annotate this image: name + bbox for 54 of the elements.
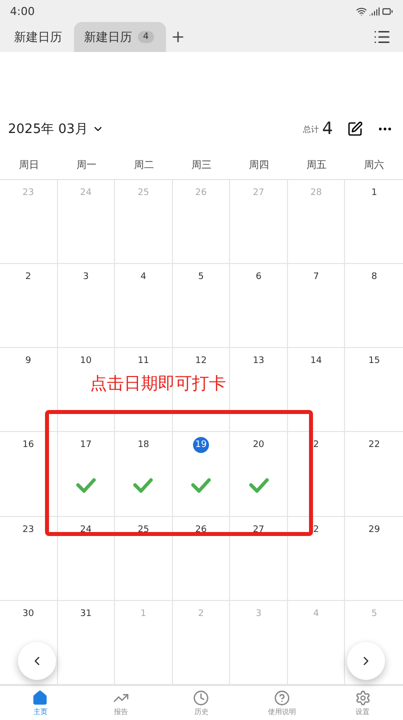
weekday-label: 周二 [132,159,155,172]
battery-icon [382,6,393,16]
settings-icon [354,690,371,706]
weekday-label: 周三 [190,159,212,172]
count-badge: 4 [138,31,154,43]
total-count: 4 [322,119,333,139]
weekday-label: 周五 [306,159,328,172]
day-number[interactable]: 22 [366,437,382,454]
day-number[interactable]: 4 [135,269,152,286]
day-number[interactable]: 18 [135,437,152,454]
day-number[interactable]: 27 [250,522,267,538]
weekday-label: 周一 [75,159,98,172]
home-icon [32,690,48,706]
status-time: 4:00 [10,4,35,18]
weekday-label: 周六 [363,158,386,172]
signal-icon [369,6,380,16]
day-number[interactable]: 20 [250,437,267,454]
day-number[interactable]: 14 [308,353,324,370]
day-number[interactable]: 3 [78,269,94,286]
day-number[interactable]: 2 [308,437,324,454]
day-number[interactable]: 7 [308,269,324,286]
day-number[interactable]: 12 [192,353,209,370]
edit-icon[interactable] [347,121,363,137]
day-number[interactable]: 1 [366,185,382,201]
calendar-tab[interactable]: 新建日历 4 [74,22,166,52]
wifi-icon [356,6,367,16]
weekday-label: 周日 [18,159,40,172]
day-number[interactable]: 23 [20,522,36,538]
day-number[interactable]: 29 [366,522,382,538]
day-number[interactable]: 6 [250,269,267,286]
day-number[interactable]: 30 [20,606,36,622]
day-number[interactable]: 2 [308,522,324,538]
day-number[interactable]: 17 [78,437,94,454]
day-number[interactable]: 10 [78,353,94,370]
day-number[interactable]: 11 [135,353,152,370]
calendar-tab[interactable]: 新建日历 [4,22,74,52]
month-selector[interactable]: 2025年 03月 [8,120,88,138]
day-number[interactable]: 5 [192,269,209,286]
day-number[interactable]: 15 [366,353,382,370]
day-number[interactable]: 31 [78,606,94,622]
day-number[interactable]: 24 [78,522,94,538]
day-number[interactable]: 2 [20,269,36,286]
clock-icon [193,690,210,706]
day-number[interactable]: 25 [135,522,152,538]
day-number[interactable]: 9 [20,353,36,370]
total-label: 总计 [303,124,320,134]
day-number[interactable]: 13 [250,353,267,370]
day-number[interactable]: 26 [192,522,209,538]
day-number[interactable]: 19 [192,437,209,454]
day-number[interactable]: 16 [20,437,36,454]
day-number[interactable]: 8 [366,269,382,286]
weekday-label: 周四 [248,159,270,172]
annotation-text: 点击日期即可打卡 [90,373,226,395]
help-icon [274,690,290,706]
